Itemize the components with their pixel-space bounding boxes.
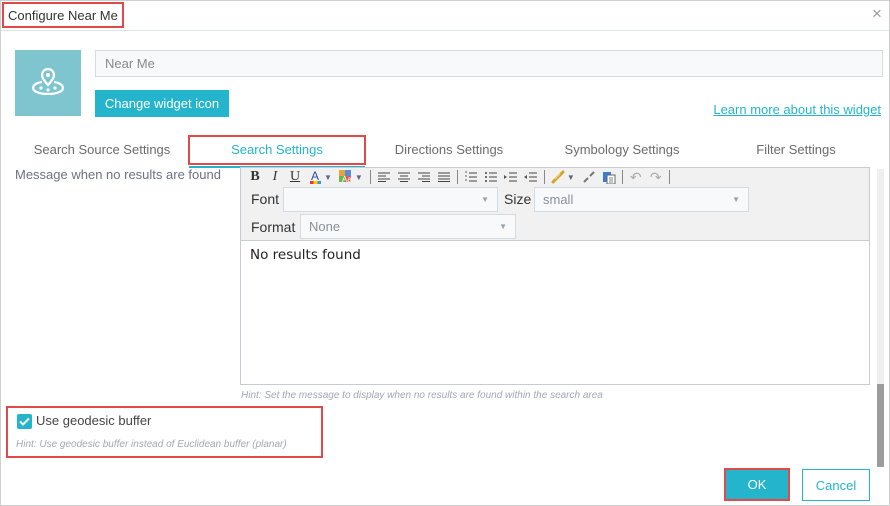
editor-toolbar: B I U A ▼ Aa ▼ ▼ ↶ ↷ bbox=[247, 168, 675, 186]
title-bar: Configure Near Me × bbox=[1, 1, 889, 31]
bold-icon[interactable]: B bbox=[247, 169, 263, 185]
indent-icon[interactable] bbox=[503, 169, 519, 185]
redo-icon[interactable]: ↷ bbox=[648, 169, 664, 185]
vertical-scrollbar[interactable] bbox=[877, 169, 884, 467]
svg-text:Aa: Aa bbox=[342, 175, 352, 184]
geodesic-buffer-checkbox[interactable] bbox=[17, 414, 32, 429]
underline-icon[interactable]: U bbox=[287, 169, 303, 185]
chevron-down-icon: ▼ bbox=[481, 195, 489, 204]
toolbar-separator bbox=[456, 170, 458, 184]
no-results-message-label: Message when no results are found bbox=[15, 167, 221, 182]
close-icon[interactable]: × bbox=[869, 5, 885, 22]
format-select[interactable]: None ▼ bbox=[300, 214, 516, 239]
ok-button[interactable]: OK bbox=[724, 468, 790, 501]
geodesic-buffer-group: Use geodesic buffer Hint: Use geodesic b… bbox=[6, 406, 323, 458]
align-justify-icon[interactable] bbox=[436, 169, 452, 185]
geodesic-buffer-label[interactable]: Use geodesic buffer bbox=[36, 413, 151, 428]
tab-symbology-settings[interactable]: Symbology Settings bbox=[541, 135, 703, 165]
paste-icon[interactable] bbox=[601, 169, 617, 185]
toolbar-separator bbox=[621, 170, 623, 184]
font-select[interactable]: ▼ bbox=[283, 187, 498, 212]
outdent-icon[interactable] bbox=[523, 169, 539, 185]
rich-text-editor: B I U A ▼ Aa ▼ ▼ ↶ ↷ Font ▼ Size small ▼… bbox=[240, 167, 870, 385]
tab-filter-settings[interactable]: Filter Settings bbox=[721, 135, 871, 165]
align-left-icon[interactable] bbox=[376, 169, 392, 185]
tab-directions-settings[interactable]: Directions Settings bbox=[371, 135, 527, 165]
change-widget-icon-button[interactable]: Change widget icon bbox=[95, 90, 229, 117]
size-label: Size bbox=[504, 191, 532, 207]
toolbar-separator bbox=[369, 170, 371, 184]
widget-icon-preview bbox=[15, 50, 81, 116]
configure-dialog: Configure Near Me × Change widget icon L… bbox=[0, 0, 890, 506]
undo-icon[interactable]: ↶ bbox=[628, 169, 644, 185]
highlight-color-icon[interactable]: Aa bbox=[338, 169, 354, 185]
italic-icon[interactable]: I bbox=[267, 169, 283, 185]
ordered-list-icon[interactable] bbox=[463, 169, 479, 185]
no-results-hint: Hint: Set the message to display when no… bbox=[241, 390, 603, 401]
font-color-swatch bbox=[309, 180, 321, 184]
highlight-dropdown-icon[interactable]: ▼ bbox=[355, 173, 363, 182]
font-color-dropdown-icon[interactable]: ▼ bbox=[324, 173, 332, 182]
toolbar-separator bbox=[668, 170, 670, 184]
format-select-value: None bbox=[309, 219, 341, 234]
tab-search-settings[interactable]: Search Settings bbox=[188, 135, 366, 165]
unlink-icon[interactable] bbox=[581, 169, 597, 185]
editor-content-area[interactable]: No results found bbox=[241, 240, 869, 384]
align-center-icon[interactable] bbox=[396, 169, 412, 185]
scrollbar-thumb[interactable] bbox=[877, 384, 884, 467]
tab-bar: Search Source Settings Search Settings D… bbox=[1, 131, 889, 166]
tab-search-source-settings[interactable]: Search Source Settings bbox=[15, 135, 189, 165]
link-icon[interactable] bbox=[550, 169, 566, 185]
size-select-value: small bbox=[543, 192, 574, 207]
dialog-title: Configure Near Me bbox=[2, 2, 124, 28]
cancel-button[interactable]: Cancel bbox=[802, 469, 870, 501]
align-right-icon[interactable] bbox=[416, 169, 432, 185]
chevron-down-icon: ▼ bbox=[499, 222, 507, 231]
size-select[interactable]: small ▼ bbox=[534, 187, 749, 212]
font-color-icon[interactable]: A bbox=[307, 169, 323, 185]
widget-name-input[interactable] bbox=[95, 50, 883, 77]
learn-more-link[interactable]: Learn more about this widget bbox=[713, 102, 881, 117]
checkmark-icon bbox=[19, 417, 30, 426]
font-color-letter: A bbox=[310, 168, 319, 183]
toolbar-separator bbox=[543, 170, 545, 184]
format-label: Format bbox=[251, 219, 296, 235]
link-dropdown-icon[interactable]: ▼ bbox=[567, 173, 575, 182]
geodesic-buffer-hint: Hint: Use geodesic buffer instead of Euc… bbox=[16, 439, 287, 450]
map-pin-radius-icon bbox=[31, 67, 65, 96]
chevron-down-icon: ▼ bbox=[732, 195, 740, 204]
unordered-list-icon[interactable] bbox=[483, 169, 499, 185]
font-label: Font bbox=[251, 191, 280, 207]
